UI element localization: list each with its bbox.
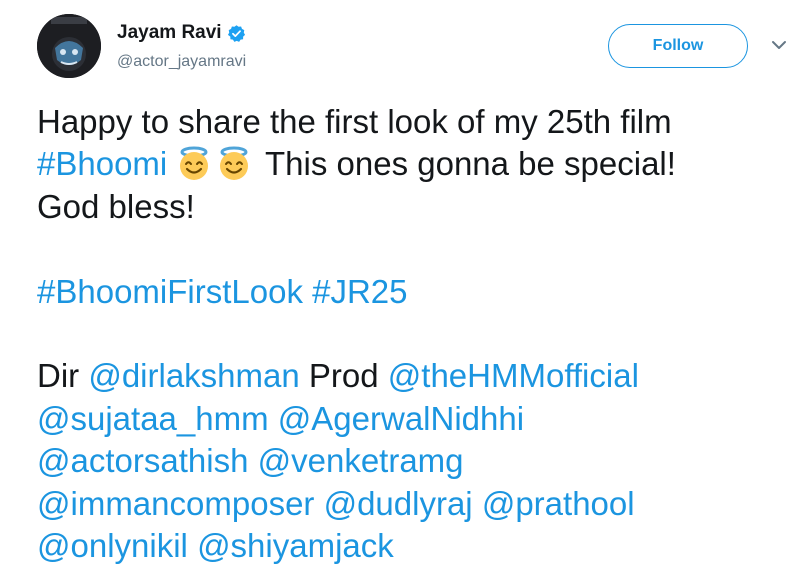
verified-badge-icon (227, 24, 245, 42)
dir-label: Dir (37, 357, 89, 395)
tweet-text: Happy to share the first look of my 25th… (37, 101, 792, 567)
author-display-name[interactable]: Jayam Ravi (117, 22, 222, 44)
mention-thehmmofficial[interactable]: @theHMMofficial (388, 357, 639, 394)
hashtag-jr25[interactable]: #JR25 (312, 273, 407, 310)
mention-venketramg[interactable]: @venketramg (258, 442, 464, 479)
prod-label: Prod (299, 357, 388, 395)
tweet-spacer (37, 313, 792, 355)
mention-prathool[interactable]: @prathool (482, 485, 635, 522)
mention-actorsathish[interactable]: @actorsathish (37, 442, 248, 479)
author-name-row: Jayam Ravi (117, 22, 246, 44)
tweet-credits-line-1: Dir @dirlakshman Prod @theHMMofficial (37, 355, 792, 397)
tweet-credits-line-4: @immancomposer @dudlyraj @prathool (37, 483, 792, 525)
mention-immancomposer[interactable]: @immancomposer (37, 485, 314, 522)
tweet-hashtags-line: #BhoomiFirstLook #JR25 (37, 271, 792, 313)
mention-dudlyraj[interactable]: @dudlyraj (324, 485, 473, 522)
smiling-face-with-halo-icon (180, 146, 209, 181)
tweet-credits-line-5: @onlynikil @shiyamjack (37, 525, 792, 567)
tweet-line-1: Happy to share the first look of my 25th… (37, 103, 672, 140)
profile-avatar-icon (37, 14, 101, 78)
tweet-line-2-text: This ones gonna be special! (256, 145, 676, 183)
mention-agerwalnidhhi[interactable]: @AgerwalNidhhi (278, 400, 524, 437)
tweet-line-2: #Bhoomi This ones gonna be special! (37, 143, 792, 185)
mention-shiyamjack[interactable]: @shiyamjack (197, 527, 394, 564)
follow-button[interactable]: Follow (608, 24, 748, 68)
tweet-credits-line-3: @actorsathish @venketramg (37, 440, 792, 482)
hashtag-bhoomifirstlook[interactable]: #BhoomiFirstLook (37, 273, 303, 310)
tweet-credits-line-2: @sujataa_hmm @AgerwalNidhhi (37, 398, 792, 440)
hashtag-bhoomi[interactable]: #Bhoomi (37, 145, 167, 182)
mention-onlynikil[interactable]: @onlynikil (37, 527, 188, 564)
smiling-face-with-halo-icon (220, 146, 249, 181)
chevron-down-icon[interactable] (770, 38, 788, 52)
mention-sujataa-hmm[interactable]: @sujataa_hmm (37, 400, 269, 437)
mention-dirlakshman[interactable]: @dirlakshman (88, 357, 299, 394)
tweet-line-3: God bless! (37, 187, 195, 225)
avatar[interactable] (37, 14, 101, 78)
tweet-spacer (37, 228, 792, 270)
author-handle[interactable]: @actor_jayamravi (117, 53, 246, 71)
